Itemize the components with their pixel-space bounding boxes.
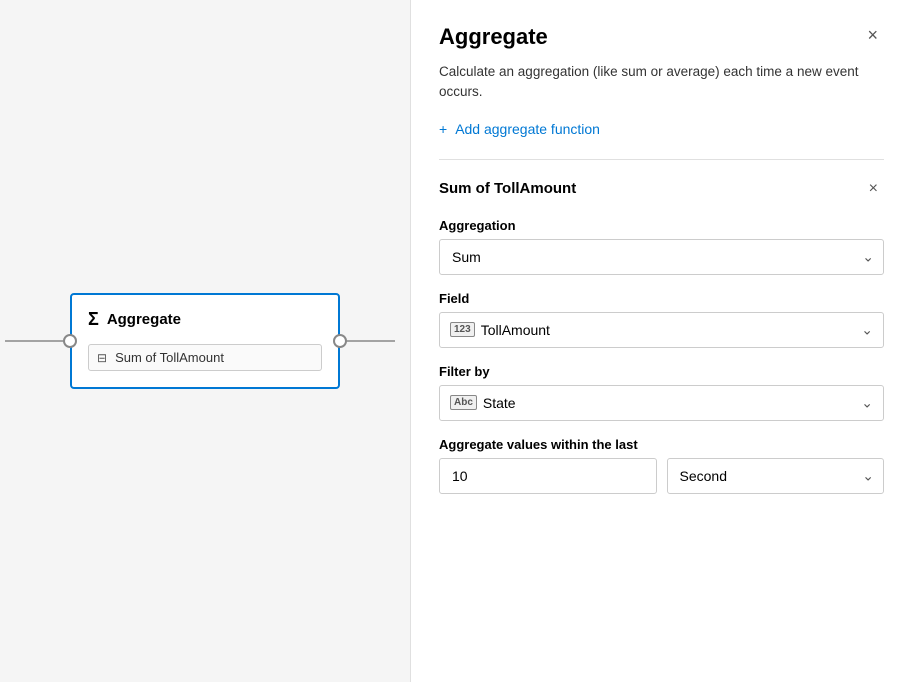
- window-unit-dropdown-wrapper: Second Minute Hour Day ⌄: [667, 458, 885, 494]
- window-value-wrapper: [439, 458, 657, 494]
- filter-dropdown-wrapper[interactable]: Abc State ⌄: [439, 385, 884, 421]
- window-label: Aggregate values within the last: [439, 437, 884, 452]
- field-type-badge: 123: [450, 322, 475, 337]
- function-header: Sum of TollAmount ×: [439, 178, 884, 200]
- filter-type-badge: Abc: [450, 395, 477, 410]
- panel-header: Aggregate ×: [439, 24, 884, 50]
- field-icon: ⊟: [97, 351, 107, 365]
- filter-chevron-icon: ⌄: [861, 394, 873, 411]
- function-section: Sum of TollAmount × Aggregation Sum Aver…: [439, 178, 884, 494]
- window-row: Second Minute Hour Day ⌄: [439, 458, 884, 494]
- node-output-label: Sum of TollAmount: [115, 350, 224, 365]
- field-chevron-icon: ⌄: [861, 321, 873, 338]
- section-divider: [439, 159, 884, 160]
- add-function-label: Add aggregate function: [455, 121, 600, 137]
- panel-close-button[interactable]: ×: [861, 24, 884, 46]
- node-output: ⊟ Sum of TollAmount: [88, 344, 322, 371]
- sigma-icon: Σ: [88, 309, 99, 330]
- window-value-input[interactable]: [439, 458, 657, 494]
- add-aggregate-function-button[interactable]: + Add aggregate function: [439, 121, 600, 137]
- panel-description: Calculate an aggregation (like sum or av…: [439, 62, 884, 103]
- field-dropdown[interactable]: 123 TollAmount ⌄: [439, 312, 884, 348]
- filter-label: Filter by: [439, 364, 884, 379]
- add-icon: +: [439, 121, 447, 137]
- node-title-label: Aggregate: [107, 311, 181, 328]
- side-panel: Aggregate × Calculate an aggregation (li…: [410, 0, 908, 682]
- filter-dropdown[interactable]: Abc State ⌄: [439, 385, 884, 421]
- field-label: Field: [439, 291, 884, 306]
- aggregation-dropdown[interactable]: Sum Average Count Min Max: [439, 239, 884, 275]
- left-connector-dot: [63, 334, 77, 348]
- canvas-area: Σ Aggregate ⊟ Sum of TollAmount: [0, 0, 410, 682]
- aggregation-label: Aggregation: [439, 218, 884, 233]
- right-connector-dot: [333, 334, 347, 348]
- function-title: Sum of TollAmount: [439, 180, 576, 197]
- aggregate-node: Σ Aggregate ⊟ Sum of TollAmount: [70, 293, 340, 389]
- filter-value: State: [483, 395, 516, 411]
- remove-function-button[interactable]: ×: [863, 178, 884, 200]
- node-title: Σ Aggregate: [88, 309, 322, 330]
- window-unit-dropdown[interactable]: Second Minute Hour Day: [667, 458, 885, 494]
- panel-title: Aggregate: [439, 24, 548, 50]
- field-dropdown-wrapper[interactable]: 123 TollAmount ⌄: [439, 312, 884, 348]
- field-value: TollAmount: [481, 322, 550, 338]
- aggregation-dropdown-wrapper: Sum Average Count Min Max ⌄: [439, 239, 884, 275]
